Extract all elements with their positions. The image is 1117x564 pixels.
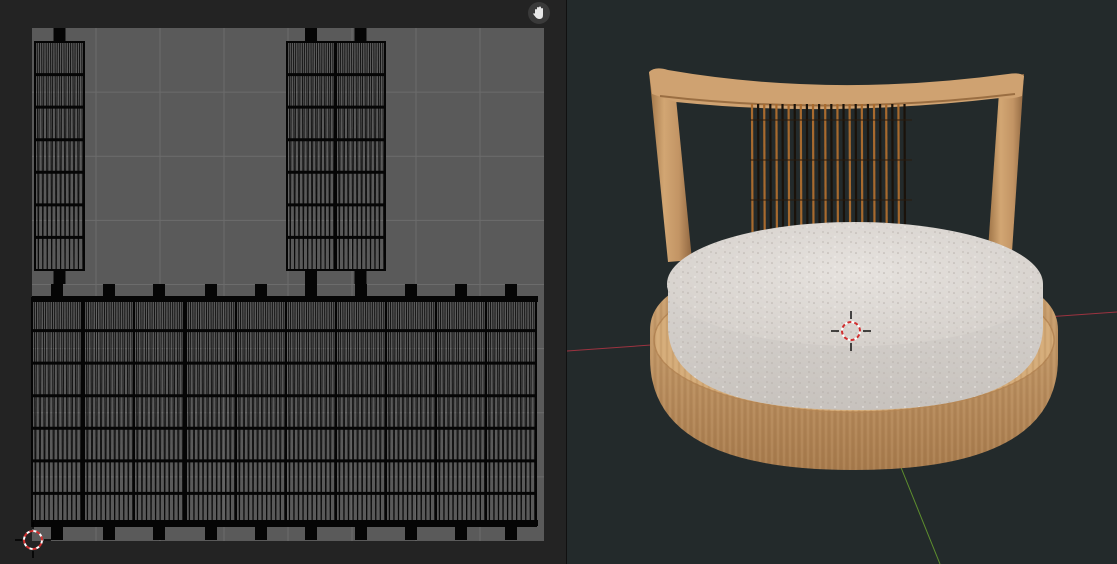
hand-icon [533,6,543,19]
uv-editor[interactable] [0,0,566,564]
chair-top-rail [649,68,1024,110]
chair-right-post [988,74,1024,252]
chair-model[interactable] [649,68,1058,470]
y-axis-line [899,464,941,564]
uv-canvas[interactable] [0,0,566,564]
3d-viewport[interactable] [567,0,1117,564]
rope-back-panel [750,103,912,233]
pan-tool-button[interactable] [528,2,550,24]
